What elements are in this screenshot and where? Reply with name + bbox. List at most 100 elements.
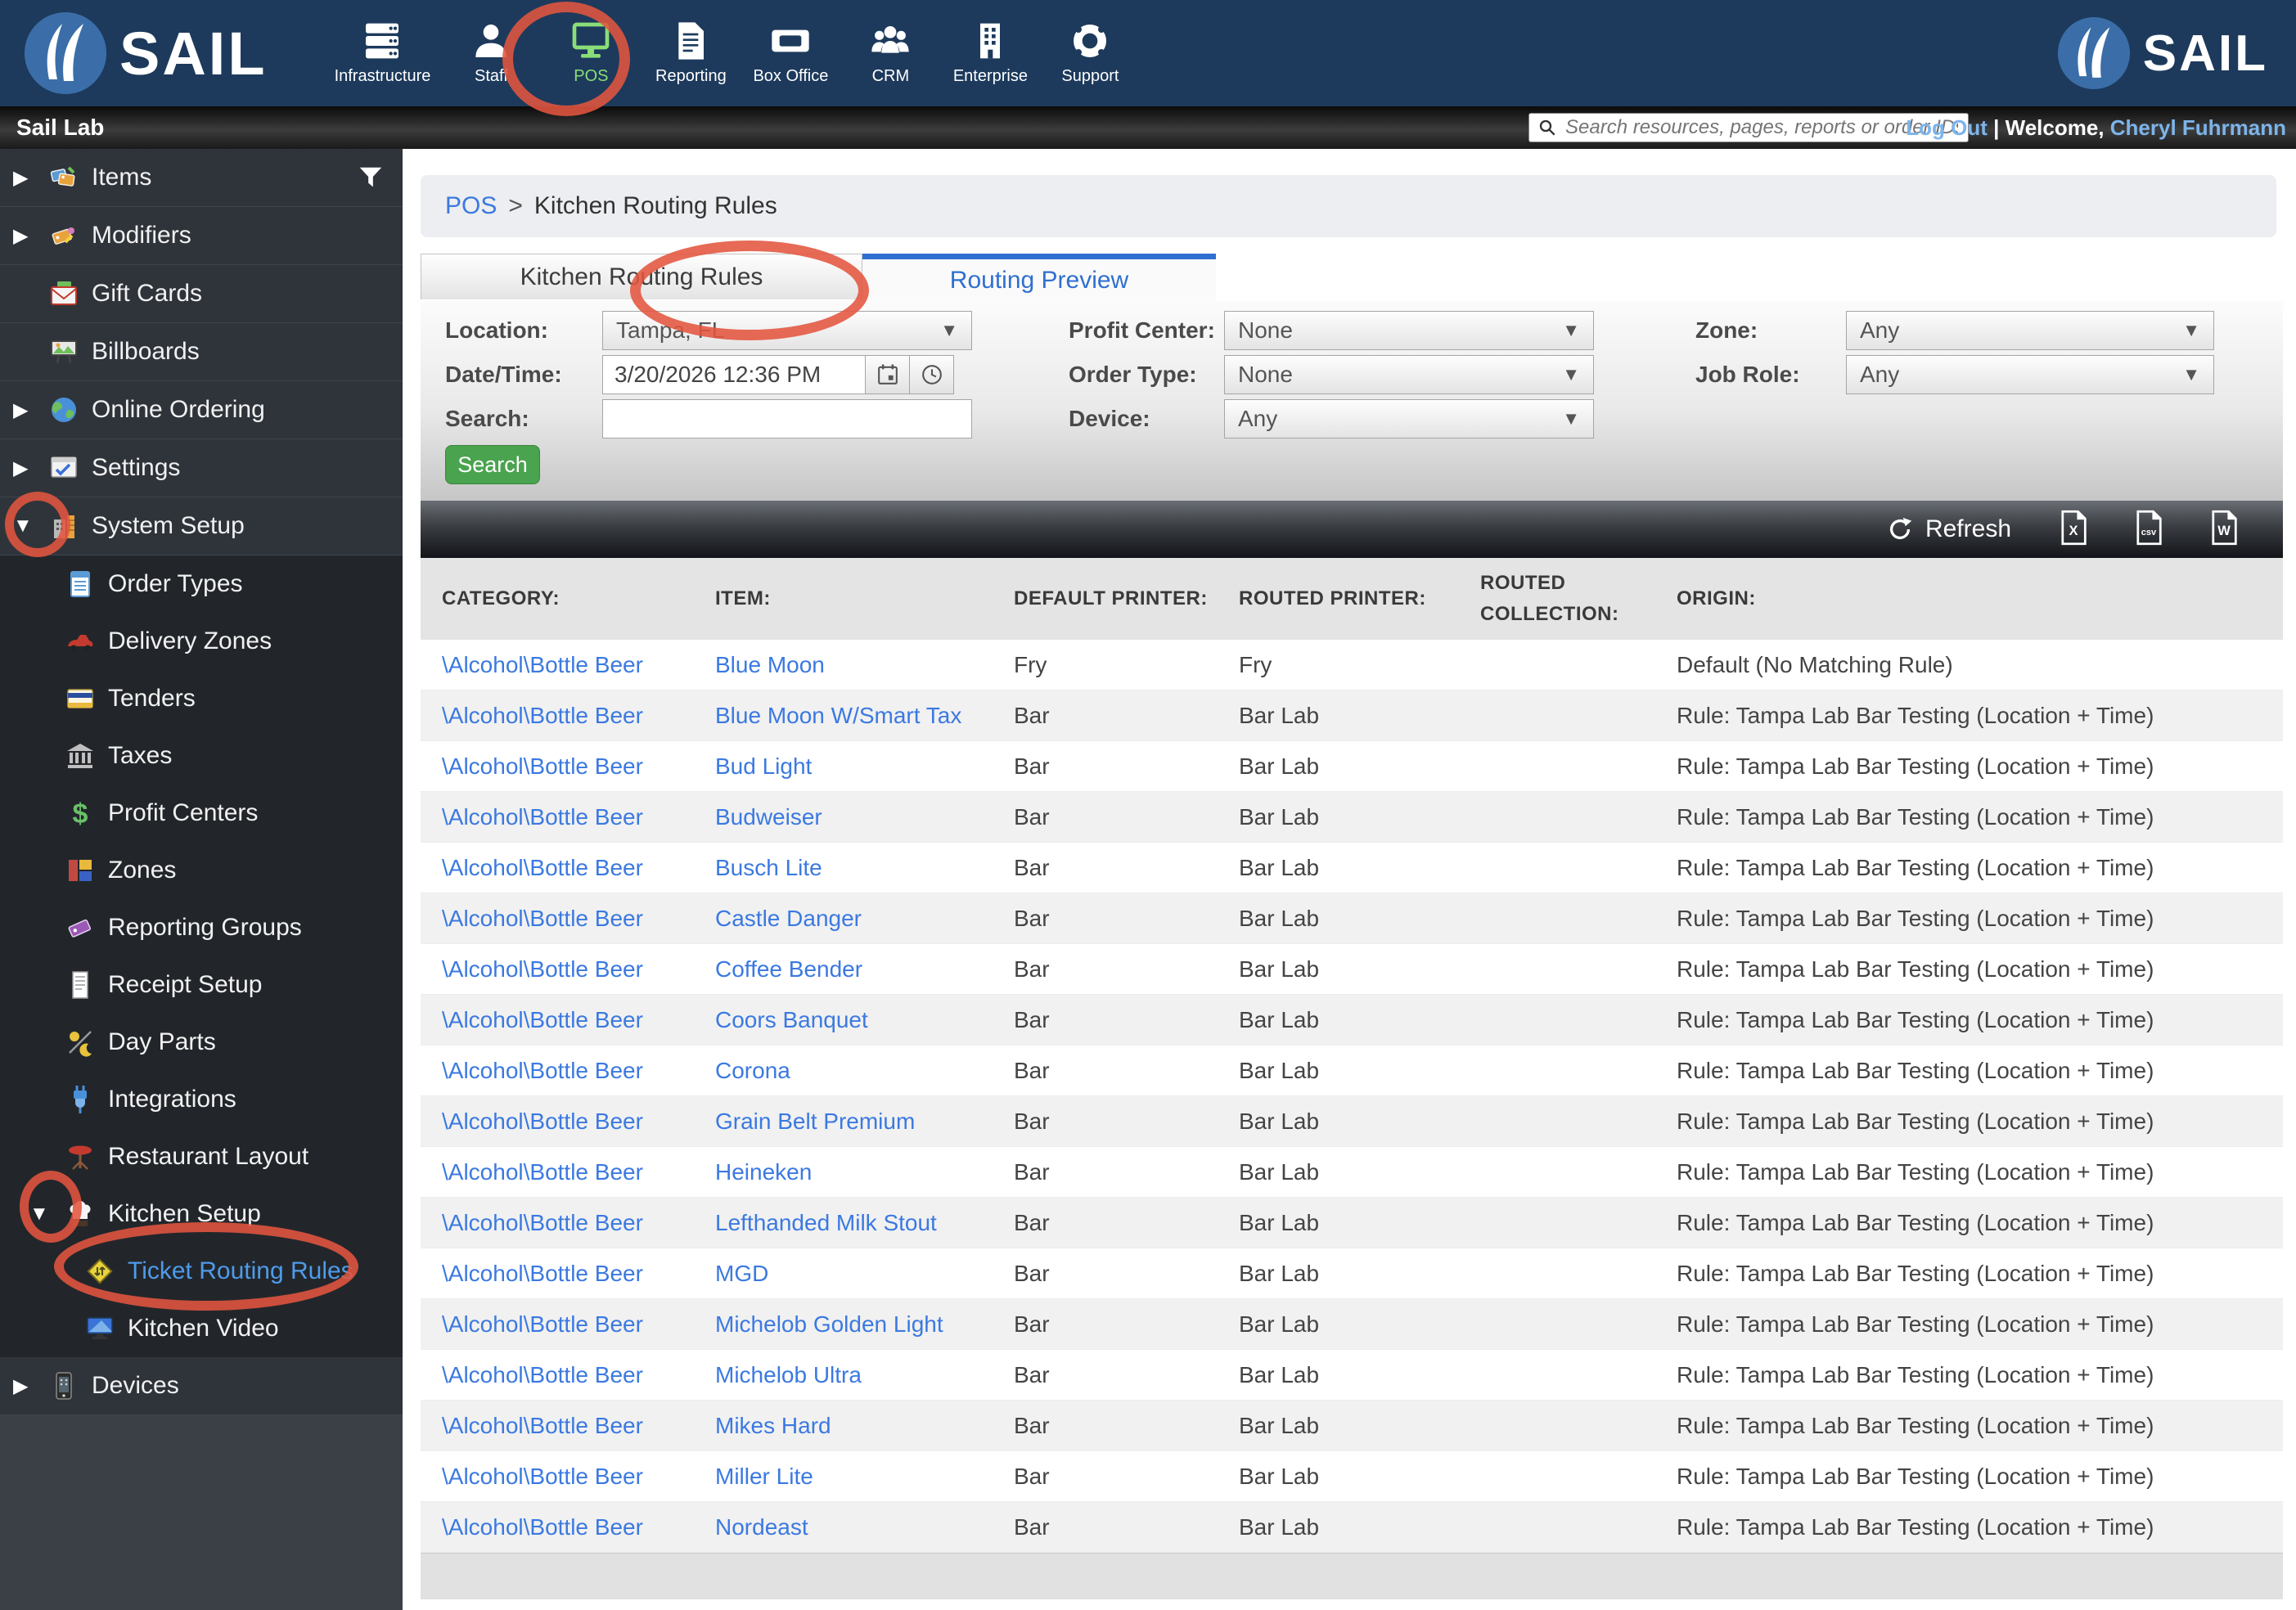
item-link[interactable]: Castle Danger — [715, 906, 862, 931]
item-link[interactable]: Coors Banquet — [715, 1007, 868, 1032]
expander-right-icon[interactable]: ▶ — [13, 224, 49, 248]
nav-box-office[interactable]: Box Office — [743, 21, 838, 86]
sidebar-item-taxes[interactable]: Taxes — [0, 727, 403, 785]
clock-button[interactable] — [910, 355, 954, 394]
sidebar-item-day-parts[interactable]: Day Parts — [0, 1014, 403, 1071]
expander-right-icon[interactable]: ▶ — [13, 166, 49, 190]
sidebar-item-gift-cards[interactable]: Gift Cards — [0, 265, 403, 323]
tab-routing-preview[interactable]: Routing Preview — [862, 254, 1216, 304]
expander-right-icon[interactable]: ▶ — [13, 456, 49, 480]
item-link[interactable]: MGD — [715, 1261, 768, 1286]
category-link[interactable]: \Alcohol\Bottle Beer — [442, 703, 643, 728]
item-link[interactable]: Budweiser — [715, 804, 822, 830]
sidebar-item-delivery-zones[interactable]: Delivery Zones — [0, 613, 403, 670]
nav-infrastructure[interactable]: Infrastructure — [326, 21, 439, 86]
item-link[interactable]: Grain Belt Premium — [715, 1109, 915, 1134]
nav-enterprise[interactable]: Enterprise — [943, 21, 1038, 86]
item-search-input[interactable] — [602, 399, 972, 438]
location-select[interactable]: Tampa, FL ▼ — [602, 311, 972, 350]
item-link[interactable]: Heineken — [715, 1159, 812, 1185]
item-link[interactable]: Mikes Hard — [715, 1413, 831, 1438]
sidebar-item-devices[interactable]: ▶ Devices — [0, 1357, 403, 1415]
item-link[interactable]: Blue Moon W/Smart Tax — [715, 703, 961, 728]
category-link[interactable]: \Alcohol\Bottle Beer — [442, 1210, 643, 1235]
category-link[interactable]: \Alcohol\Bottle Beer — [442, 1311, 643, 1337]
item-link[interactable]: Coffee Bender — [715, 956, 862, 982]
export-csv-icon[interactable]: csv — [2132, 510, 2165, 549]
nav-reporting[interactable]: Reporting — [643, 21, 738, 86]
sidebar-item-reporting-groups[interactable]: Reporting Groups — [0, 899, 403, 956]
item-link[interactable]: Michelob Golden Light — [715, 1311, 943, 1337]
expander-down-icon[interactable]: ▼ — [13, 515, 49, 537]
origin-cell: Rule: Tampa Lab Bar Testing (Location + … — [1677, 1158, 2154, 1185]
logout-link[interactable]: Log Out — [1906, 115, 1988, 141]
category-link[interactable]: \Alcohol\Bottle Beer — [442, 652, 643, 677]
routed-printer-cell: Bar Lab — [1239, 1513, 1320, 1540]
sidebar-item-kitchen-video[interactable]: Kitchen Video — [0, 1300, 403, 1357]
item-link[interactable]: Blue Moon — [715, 652, 825, 677]
zone-select[interactable]: Any ▼ — [1846, 311, 2214, 350]
filter-icon[interactable] — [357, 164, 385, 198]
sidebar-item-restaurant-layout[interactable]: Restaurant Layout — [0, 1128, 403, 1185]
category-link[interactable]: \Alcohol\Bottle Beer — [442, 804, 643, 830]
sidebar-item-ticket-routing-rules[interactable]: Ticket Routing Rules — [0, 1243, 403, 1300]
category-link[interactable]: \Alcohol\Bottle Beer — [442, 1514, 643, 1540]
export-excel-icon[interactable]: X — [2057, 510, 2090, 549]
sidebar-item-online-ordering[interactable]: ▶ Online Ordering — [0, 381, 403, 439]
sidebar-item-order-types[interactable]: Order Types — [0, 555, 403, 613]
item-link[interactable]: Miller Lite — [715, 1464, 813, 1489]
nav-pos[interactable]: POS — [543, 21, 638, 86]
nav-staff[interactable]: Staff — [443, 21, 538, 86]
item-link[interactable]: Corona — [715, 1058, 790, 1083]
export-word-icon[interactable]: W — [2208, 510, 2240, 549]
global-search-input[interactable] — [1564, 115, 1960, 140]
order-type-select[interactable]: None ▼ — [1224, 355, 1594, 394]
category-link[interactable]: \Alcohol\Bottle Beer — [442, 1413, 643, 1438]
sidebar-item-receipt-setup[interactable]: Receipt Setup — [0, 956, 403, 1014]
breadcrumb-section-link[interactable]: POS — [445, 192, 497, 220]
calendar-button[interactable] — [866, 355, 910, 394]
nav-crm[interactable]: CRM — [843, 21, 938, 86]
datetime-input[interactable] — [602, 355, 866, 394]
expander-down-icon[interactable]: ▼ — [29, 1203, 65, 1225]
category-link[interactable]: \Alcohol\Bottle Beer — [442, 906, 643, 931]
refresh-button[interactable]: Refresh — [1886, 515, 2011, 543]
sidebar-item-items[interactable]: ▶ Items — [0, 149, 403, 207]
sidebar-item-kitchen-setup[interactable]: ▼ Kitchen Setup — [0, 1185, 403, 1243]
search-button[interactable]: Search — [445, 445, 540, 484]
device-select[interactable]: Any ▼ — [1224, 399, 1594, 438]
category-link[interactable]: \Alcohol\Bottle Beer — [442, 1362, 643, 1387]
category-link[interactable]: \Alcohol\Bottle Beer — [442, 753, 643, 779]
item-link[interactable]: Nordeast — [715, 1514, 808, 1540]
sidebar-item-tenders[interactable]: Tenders — [0, 670, 403, 727]
sidebar-item-modifiers[interactable]: ▶ Modifiers — [0, 207, 403, 265]
category-link[interactable]: \Alcohol\Bottle Beer — [442, 1261, 643, 1286]
item-link[interactable]: Michelob Ultra — [715, 1362, 862, 1387]
nav-support[interactable]: Support — [1042, 21, 1137, 86]
category-link[interactable]: \Alcohol\Bottle Beer — [442, 1007, 643, 1032]
sidebar-item-zones[interactable]: Zones — [0, 842, 403, 899]
item-link[interactable]: Bud Light — [715, 753, 812, 779]
user-name-link[interactable]: Cheryl Fuhrmann — [2110, 115, 2286, 141]
category-link[interactable]: \Alcohol\Bottle Beer — [442, 956, 643, 982]
category-link[interactable]: \Alcohol\Bottle Beer — [442, 1159, 643, 1185]
sidebar-item-integrations[interactable]: Integrations — [0, 1071, 403, 1128]
sidebar-item-profit-centers[interactable]: $ Profit Centers — [0, 785, 403, 842]
category-link[interactable]: \Alcohol\Bottle Beer — [442, 1464, 643, 1489]
expander-right-icon[interactable]: ▶ — [13, 398, 49, 422]
export-buttons: Xcsv W — [2057, 510, 2283, 550]
job-role-select[interactable]: Any ▼ — [1846, 355, 2214, 394]
category-link[interactable]: \Alcohol\Bottle Beer — [442, 1058, 643, 1083]
tab-kitchen-routing-rules[interactable]: Kitchen Routing Rules — [421, 254, 862, 299]
sail-logo[interactable]: SAIL — [25, 12, 268, 94]
item-link[interactable]: Busch Lite — [715, 855, 822, 880]
sidebar-item-system-setup[interactable]: ▼ System Setup — [0, 497, 403, 555]
profit-center-select[interactable]: None ▼ — [1224, 311, 1594, 350]
sidebar-item-billboards[interactable]: Billboards — [0, 323, 403, 381]
category-link[interactable]: \Alcohol\Bottle Beer — [442, 855, 643, 880]
table-row: \Alcohol\Bottle Beer Blue Moon Fry Fry Defau… — [421, 640, 2283, 690]
expander-right-icon[interactable]: ▶ — [13, 1374, 49, 1398]
sidebar-item-settings[interactable]: ▶ Settings — [0, 439, 403, 497]
category-link[interactable]: \Alcohol\Bottle Beer — [442, 1109, 643, 1134]
item-link[interactable]: Lefthanded Milk Stout — [715, 1210, 937, 1235]
